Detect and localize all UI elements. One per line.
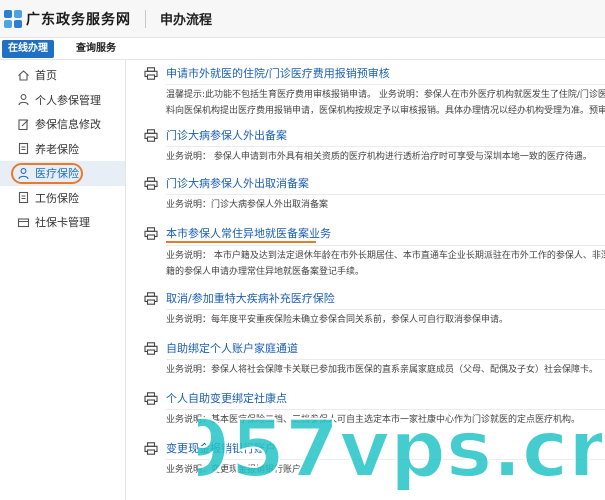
service-description: 温馨提示:此功能不包括生育医疗费用审核报销申请。 业务说明：参保人在市外医疗机构… xyxy=(166,90,605,100)
printer-icon xyxy=(144,128,158,142)
sidebar-item-pension[interactable]: 养老保险 xyxy=(0,137,125,162)
list-item: 自助绑定个人账户家庭通道 业务说明：参保人将社会保障卡关联已参加我市医保的直系亲… xyxy=(136,337,605,387)
printer-icon xyxy=(144,391,158,405)
service-title-link[interactable]: 变更现金报销银行账户 xyxy=(166,440,276,456)
sidebar-item-personal-insurance[interactable]: 个人参保管理 xyxy=(0,88,125,113)
sidebar-item-home[interactable]: 首页 xyxy=(0,63,125,88)
sidebar-item-label: 医疗保险 xyxy=(35,167,79,181)
service-description: 业务说明： 本市户籍及达到法定退休年龄在市外长期居住、本市直通车企业长期派驻在市… xyxy=(166,251,605,261)
printer-icon xyxy=(144,66,158,80)
service-list: 申请市外就医的住院/门诊医疗费用报销预审核 温馨提示:此功能不包括生育医疗费用审… xyxy=(136,62,605,500)
top-header: 广东政务服务网 申办流程 xyxy=(0,0,605,38)
sidebar-item-label: 参保信息修改 xyxy=(35,118,101,132)
service-title-link[interactable]: 取消/参加重特大疾病补充医疗保险 xyxy=(166,290,335,306)
service-description: 籍的参保人申请办理常住异地就医备案登记手续。 xyxy=(166,267,365,277)
person-icon xyxy=(16,166,30,180)
list-item: 变更现金报销银行账户 业务说明：变更现金报销银行账户 xyxy=(136,437,605,487)
person-icon xyxy=(16,93,30,107)
tab-query-service[interactable]: 查询服务 xyxy=(70,40,122,58)
printer-icon xyxy=(144,341,158,355)
sidebar-item-label: 个人参保管理 xyxy=(35,93,101,107)
site-title: 广东政务服务网 xyxy=(26,11,131,28)
list-item: 门诊大病参保人外出取消备案 业务说明：门诊大病参保人外出取消备案 xyxy=(136,172,605,222)
card-icon xyxy=(16,215,30,229)
document-icon xyxy=(16,142,30,156)
sidebar-item-info-edit[interactable]: 参保信息修改 xyxy=(0,112,125,137)
sidebar-item-medical-insurance[interactable]: 医疗保险 xyxy=(0,161,125,186)
sidebar-item-label: 首页 xyxy=(35,69,57,83)
tab-online-handling[interactable]: 在线办理 xyxy=(2,39,54,58)
home-icon xyxy=(16,68,30,82)
list-item: 取消/参加重特大疾病补充医疗保险 业务说明：每年度平安重疾保险未确立参保合同关系… xyxy=(136,287,605,337)
list-item: 申请市外就医的住院/门诊医疗费用报销预审核 温馨提示:此功能不包括生育医疗费用审… xyxy=(136,62,605,124)
service-title-link[interactable]: 本市参保人常住异地就医备案业务 xyxy=(166,225,331,241)
edit-icon xyxy=(16,117,30,131)
printer-icon xyxy=(144,441,158,455)
site-logo[interactable]: 广东政务服务网 xyxy=(4,9,131,29)
service-title-link[interactable]: 申请市外就医的住院/门诊医疗费用报销预审核 xyxy=(166,65,390,81)
printer-icon xyxy=(144,176,158,190)
logo-icon xyxy=(4,9,22,28)
header-divider xyxy=(145,9,146,28)
sidebar-item-social-card[interactable]: 社保卡管理 xyxy=(0,210,125,235)
document-icon xyxy=(16,191,30,205)
service-title-link[interactable]: 个人自助变更绑定社康点 xyxy=(166,390,287,406)
section-title: 申办流程 xyxy=(160,13,213,28)
sidebar-item-label: 工伤保险 xyxy=(35,191,79,205)
service-title-link[interactable]: 门诊大病参保人外出备案 xyxy=(166,127,287,143)
list-item: 门诊大病参保人外出备案 业务说明： 参保人申请到市外具有相关资质的医疗机构进行透… xyxy=(136,124,605,172)
list-item: 个人自助变更绑定社康点 业务说明：基本医疗保险二档、三档参保人可自主选定本市一家… xyxy=(136,387,605,437)
service-title-link[interactable]: 门诊大病参保人外出取消备案 xyxy=(166,175,309,191)
highlight-underline xyxy=(166,241,316,243)
service-description: 业务说明：每年度平安重疾保险未确立参保合同关系前，参保人可自行取消参保申请。 xyxy=(166,315,509,325)
service-description: 业务说明：变更现金报销银行账户 xyxy=(166,465,302,475)
sidebar: 首页 个人参保管理 参保信息修改 养老保险 医疗保险 工伤保险 社保卡管理 xyxy=(0,60,126,500)
sidebar-item-label: 社保卡管理 xyxy=(35,216,90,230)
printer-icon xyxy=(144,291,158,305)
service-description: 业务说明：参保人将社会保障卡关联已参加我市医保的直系亲属家庭成员（父母、配偶及子… xyxy=(166,365,599,375)
service-title-link[interactable]: 自助绑定个人账户家庭通道 xyxy=(166,340,298,356)
service-description: 业务说明： 参保人申请到市外具有相关资质的医疗机构进行透析治疗时可享受与深圳本地… xyxy=(166,152,592,162)
printer-icon xyxy=(144,226,158,240)
list-item: 本市参保人常住异地就医备案业务 业务说明： 本市户籍及达到法定退休年龄在市外长期… xyxy=(136,222,605,287)
service-description: 业务说明：门诊大病参保人外出取消备案 xyxy=(166,200,329,210)
service-description: 料向医保机构提出医疗费用报销申请，医保机构按规定予以审核报销。具体办理情况以经办… xyxy=(166,106,605,116)
sidebar-item-label: 养老保险 xyxy=(35,142,79,156)
tab-bar: 在线办理 查询服务 xyxy=(0,38,605,60)
sidebar-item-work-injury[interactable]: 工伤保险 xyxy=(0,186,125,211)
service-description: 业务说明：基本医疗保险二档、三档参保人可自主选定本市一家社康中心作为门诊就医的定… xyxy=(166,415,581,425)
